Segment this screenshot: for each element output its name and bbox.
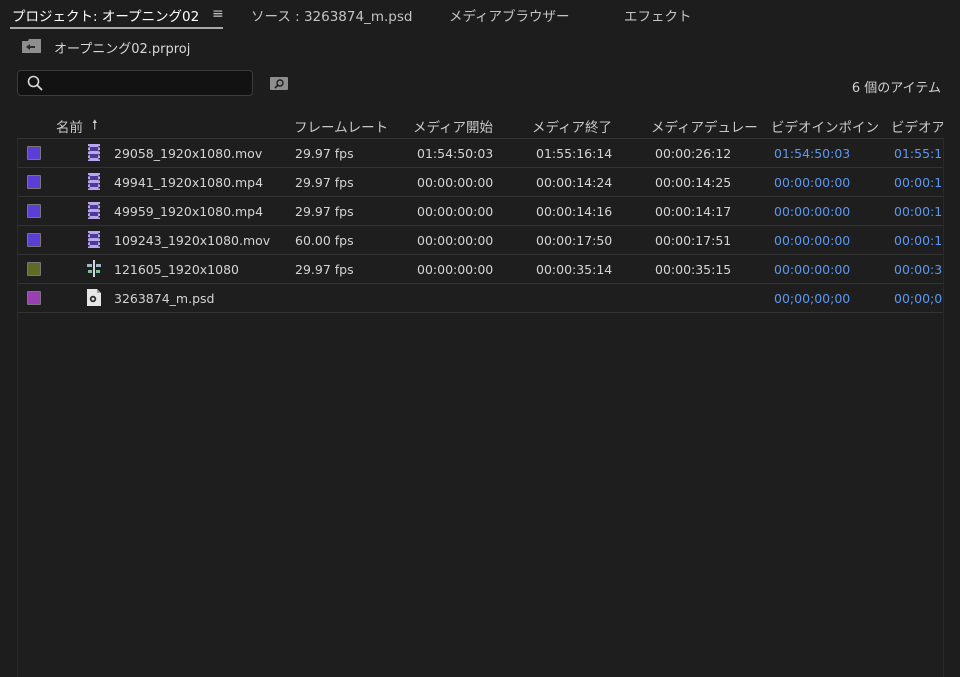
frame-rate-cell: 29.97 fps [295, 204, 354, 219]
frame-rate-cell: 29.97 fps [295, 262, 354, 277]
video-out-point-cell[interactable]: 00;00;04 [894, 291, 942, 306]
video-out-point-cell[interactable]: 00:00:14 [894, 204, 942, 219]
label-color-swatch[interactable] [27, 291, 41, 305]
label-color-swatch[interactable] [27, 146, 41, 160]
table-row[interactable]: 109243_1920x1080.mov 60.00 fps 00:00:00:00… [18, 225, 943, 254]
media-start-cell: 00:00:00:00 [417, 262, 494, 277]
media-start-cell: 00:00:00:00 [417, 233, 494, 248]
media-duration-cell: 00:00:17:51 [655, 233, 732, 248]
label-color-swatch[interactable] [27, 262, 41, 276]
panel-menu-icon[interactable]: ≡ [212, 6, 224, 22]
item-count: 6 個のアイテム [851, 81, 941, 96]
video-clip-icon [86, 231, 102, 248]
media-end-cell: 00:00:14:16 [536, 204, 613, 219]
video-in-point-cell[interactable]: 00;00;00;00 [774, 291, 850, 306]
frame-rate-cell: 60.00 fps [295, 233, 354, 248]
column-header-video-out-point[interactable]: ビデオア [891, 116, 943, 136]
video-out-point-cell[interactable]: 00:00:17 [894, 233, 942, 248]
video-in-point-cell[interactable]: 00:00:00:00 [774, 262, 850, 277]
media-end-cell: 00:00:14:24 [536, 175, 613, 190]
video-out-point-cell[interactable]: 00:00:35 [894, 262, 942, 277]
sequence-icon [86, 260, 102, 277]
sort-ascending-icon[interactable]: 🠕 [92, 116, 98, 138]
column-header-media-start[interactable]: メディア開始 [413, 116, 493, 136]
column-header-name[interactable]: 名前 [56, 116, 83, 136]
label-color-swatch[interactable] [27, 233, 41, 247]
video-in-point-cell[interactable]: 01:54:50:03 [774, 146, 850, 161]
tab-source[interactable]: ソース : 3263874_m.psd [251, 5, 412, 25]
table-row[interactable]: 121605_1920x1080 29.97 fps 00:00:00:00 00:0… [18, 254, 943, 283]
column-header-media-duration[interactable]: メディアデュレー [651, 116, 765, 136]
media-duration-cell: 00:00:14:25 [655, 175, 732, 190]
column-header-video-in-point[interactable]: ビデオインポイン [771, 116, 885, 136]
tab-media-browser[interactable]: メディアブラウザー [449, 5, 570, 25]
video-clip-icon [86, 173, 102, 190]
media-end-cell: 01:55:16:14 [536, 146, 613, 161]
media-start-cell: 00:00:00:00 [417, 175, 494, 190]
column-header-media-end[interactable]: メディア終了 [532, 116, 612, 136]
media-start-cell: 00:00:00:00 [417, 204, 494, 219]
clip-name[interactable]: 3263874_m.psd [114, 291, 289, 306]
video-in-point-cell[interactable]: 00:00:00:00 [774, 175, 850, 190]
video-clip-icon [86, 202, 102, 219]
active-tab-indicator [10, 27, 223, 29]
table-row[interactable]: 3263874_m.psd 00;00;00;00 00;00;04 [18, 283, 943, 313]
label-color-swatch[interactable] [27, 175, 41, 189]
project-file-name: オープニング02.prproj [54, 42, 191, 57]
column-header-row: 名前 🠕 フレームレート メディア開始 メディア終了 メディアデュレー ビデオイ… [0, 112, 960, 136]
clip-name[interactable]: 109243_1920x1080.mov [114, 233, 289, 248]
project-item-list[interactable]: 29058_1920x1080.mov 29.97 fps 01:54:50:03 0… [17, 138, 944, 677]
clip-name[interactable]: 121605_1920x1080 [114, 262, 289, 277]
panel-tab-bar: プロジェクト: オープニング02 ≡ ソース : 3263874_m.psd メ… [0, 0, 960, 30]
media-duration-cell: 00:00:26:12 [655, 146, 732, 161]
find-icon[interactable] [270, 77, 288, 90]
psd-file-icon [86, 289, 102, 306]
media-end-cell: 00:00:35:14 [536, 262, 613, 277]
folder-up-icon[interactable] [22, 39, 41, 53]
media-start-cell: 01:54:50:03 [417, 146, 494, 161]
tab-effects[interactable]: エフェクト [624, 5, 692, 25]
video-out-point-cell[interactable]: 01:55:16 [894, 146, 942, 161]
video-clip-icon [86, 144, 102, 161]
clip-name[interactable]: 29058_1920x1080.mov [114, 146, 289, 161]
table-row[interactable]: 49941_1920x1080.mp4 29.97 fps 00:00:00:00 0… [18, 167, 943, 196]
table-row[interactable]: 49959_1920x1080.mp4 29.97 fps 00:00:00:00 0… [18, 196, 943, 225]
clip-name[interactable]: 49941_1920x1080.mp4 [114, 175, 289, 190]
video-in-point-cell[interactable]: 00:00:00:00 [774, 204, 850, 219]
label-color-swatch[interactable] [27, 204, 41, 218]
column-header-frame-rate[interactable]: フレームレート [294, 116, 388, 136]
frame-rate-cell: 29.97 fps [295, 175, 354, 190]
frame-rate-cell: 29.97 fps [295, 146, 354, 161]
table-row[interactable]: 29058_1920x1080.mov 29.97 fps 01:54:50:03 0… [18, 138, 943, 167]
media-duration-cell: 00:00:35:15 [655, 262, 732, 277]
search-input[interactable] [50, 74, 250, 94]
search-field[interactable] [17, 70, 253, 96]
media-duration-cell: 00:00:14:17 [655, 204, 732, 219]
video-in-point-cell[interactable]: 00:00:00:00 [774, 233, 850, 248]
video-out-point-cell[interactable]: 00:00:14 [894, 175, 942, 190]
clip-name[interactable]: 49959_1920x1080.mp4 [114, 204, 289, 219]
media-end-cell: 00:00:17:50 [536, 233, 613, 248]
search-icon [27, 75, 43, 91]
tab-project[interactable]: プロジェクト: オープニング02 [12, 5, 199, 25]
